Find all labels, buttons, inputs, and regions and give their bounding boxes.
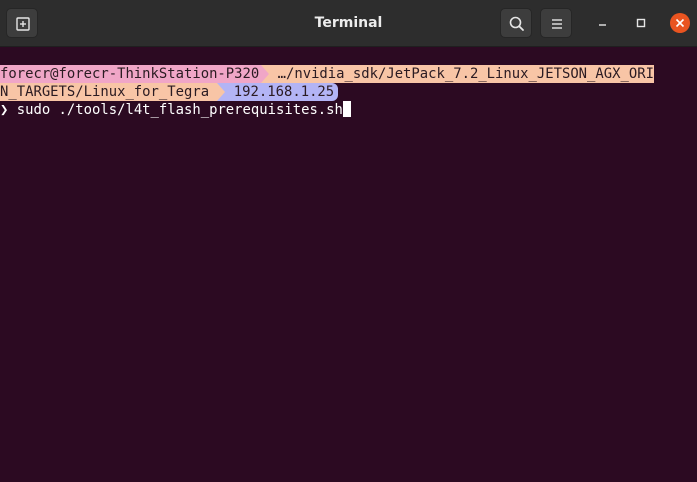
maximize-button[interactable] — [629, 11, 653, 35]
title-bar: Terminal — [0, 0, 697, 47]
terminal-output[interactable]: forecr@forecr-ThinkStation-P320 …/nvidia… — [0, 47, 697, 482]
terminal-window: Terminal forecr@forecr-ThinkStation-P320… — [0, 0, 697, 482]
prompt-ip: 192.168.1.25 — [225, 83, 339, 101]
prompt-line-2: N_TARGETS/Linux_for_Tegra 192.168.1.25 — [0, 83, 339, 101]
close-button[interactable] — [668, 11, 692, 35]
command-line[interactable]: ❯ sudo ./tools/l4t_flash_prerequisites.s… — [0, 101, 351, 119]
prompt-path-continued: N_TARGETS/Linux_for_Tegra — [0, 83, 218, 101]
prompt-path: …/nvidia_sdk/JetPack_7.2_Linux_JETSON_AG… — [269, 65, 654, 83]
text-cursor — [342, 101, 351, 117]
search-button[interactable] — [500, 8, 532, 38]
hamburger-menu-icon — [552, 19, 562, 29]
powerline-separator — [261, 65, 270, 83]
minimize-icon — [599, 24, 606, 26]
minimize-button[interactable] — [591, 11, 615, 35]
menu-button[interactable] — [540, 8, 572, 38]
maximize-icon — [636, 18, 646, 28]
search-icon — [509, 16, 524, 31]
powerline-separator — [217, 83, 226, 101]
close-icon — [670, 13, 690, 33]
prompt-line-1: forecr@forecr-ThinkStation-P320 …/nvidia… — [0, 65, 654, 83]
prompt-user-host: forecr@forecr-ThinkStation-P320 — [0, 65, 262, 83]
command-text: sudo ./tools/l4t_flash_prerequisites.sh — [8, 102, 343, 118]
